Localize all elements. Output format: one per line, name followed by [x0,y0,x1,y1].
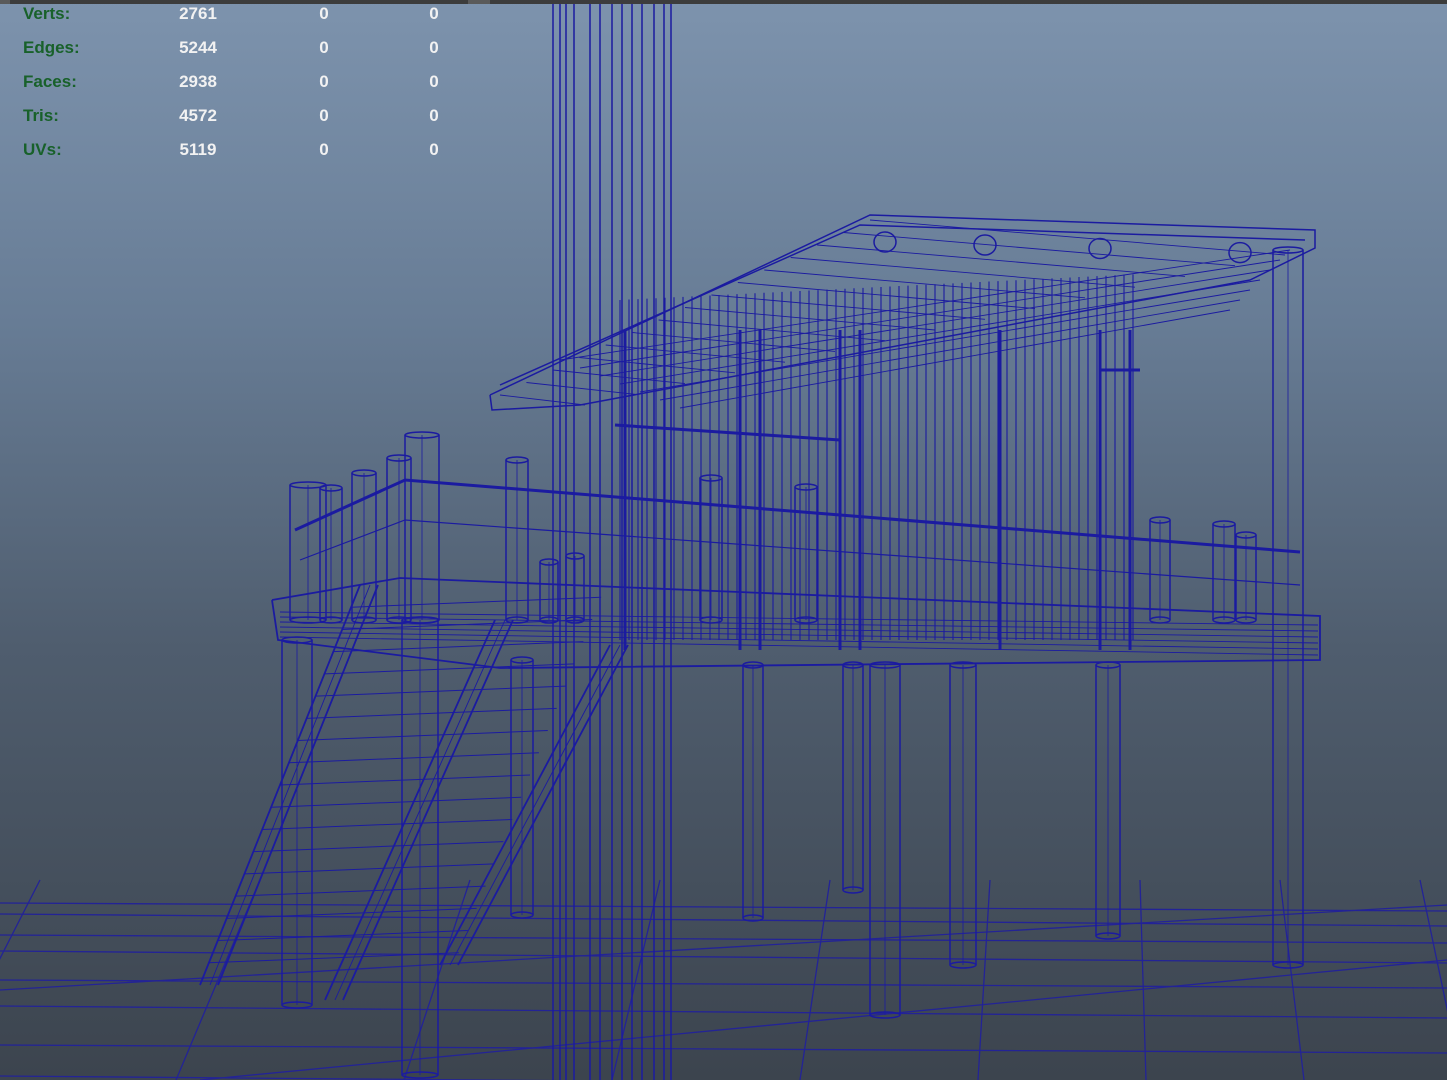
grid-line [0,1044,1447,1054]
stair-tread [217,930,468,942]
grid-line [199,959,1447,1080]
stair-tread [342,618,593,630]
hud-value: 0 [319,140,329,159]
wireframe-model [199,4,1321,1080]
roof-outline [489,214,1316,411]
ground-grid [0,879,1447,1080]
hud-value: 0 [429,72,439,91]
roof-rafter [632,332,836,352]
hud-label: Verts: [23,4,71,23]
grid-line [0,950,1447,964]
hud-value: 2761 [179,4,217,23]
stair-stringer [439,644,611,966]
grid-line [611,879,661,1080]
grid-line [0,1005,1447,1019]
3d-viewport[interactable]: Verts: 2761 0 0 Edges: 5244 0 0 Faces: 2… [0,0,1447,1080]
stair-tread [315,685,566,697]
grid-line [1139,879,1147,1080]
hud-value: 2938 [179,72,217,91]
grid-line [0,904,1447,991]
hud-value: 0 [319,4,329,23]
hud-value: 0 [429,106,439,125]
grid-line [1419,879,1447,1012]
roof-beam [559,249,1291,361]
roof-rafter [526,382,636,395]
hud-value: 0 [319,106,329,125]
stair-stringer [217,584,379,986]
grid-line [0,913,1447,927]
roof-edge [499,224,1306,386]
stair-tread [351,596,602,608]
roof-rafter [843,232,1236,267]
roof-beam [639,289,1251,393]
stair-tread [235,885,486,897]
stair-tread [262,818,513,830]
roof-beam-end [873,231,897,253]
wireframe-scene [0,4,1447,1080]
stair-stringer [457,644,629,966]
stair-stringer [342,619,514,1001]
hud-value: 5119 [179,140,217,159]
hud-label: Edges: [23,38,80,57]
stair-tread [253,841,504,853]
roof-beam [659,299,1241,401]
hud-value: 5244 [179,38,217,57]
hud-value: 0 [429,4,439,23]
roof-rafter [499,394,586,406]
stair-stringer [449,644,621,966]
hud-value: 0 [319,38,329,57]
hud-value: 0 [429,140,439,159]
hud-label: Tris: [23,106,59,125]
roof-rafter [579,357,736,374]
hud-value: 4572 [179,106,217,125]
roof-rafter [790,257,1136,288]
hud-value: 0 [319,72,329,91]
roof-beam [579,259,1281,369]
stair-tread [279,774,531,786]
roof-beam-end [1088,237,1112,260]
grid-line [0,902,1447,912]
hud-label: Faces: [23,72,77,91]
roof-rafter [817,244,1186,277]
stair-tread [306,707,557,719]
hud-value: 0 [429,38,439,57]
roof-beam-end [1228,241,1252,264]
stair-tread [324,663,575,675]
hud-label: UVs: [23,140,62,159]
stair-tread [271,796,522,808]
stair-tread [288,752,539,764]
stair-tread [333,641,584,653]
roof-rafter [764,269,1086,299]
roof-beam [679,309,1231,409]
